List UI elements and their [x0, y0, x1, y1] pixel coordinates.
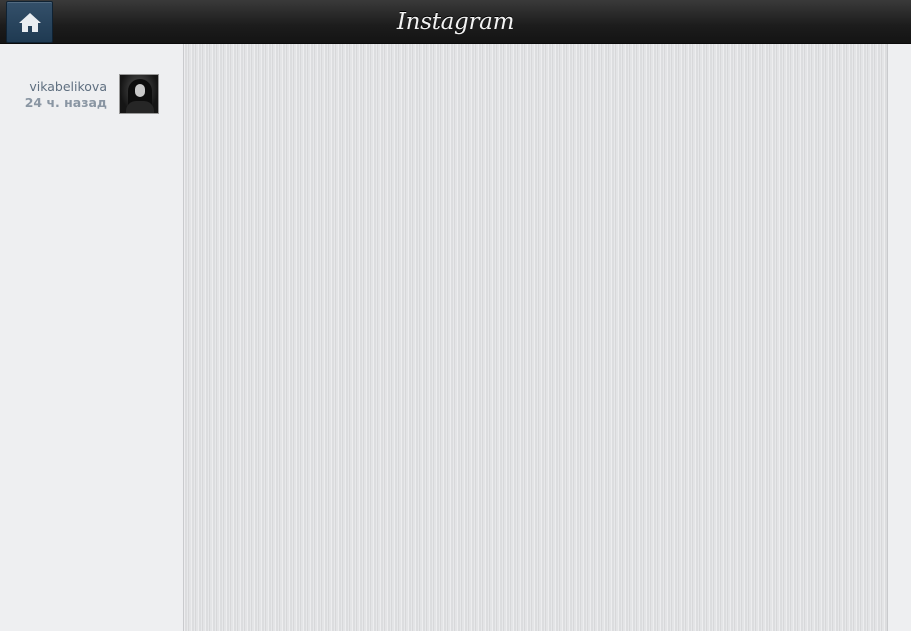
home-icon — [18, 11, 42, 33]
right-gutter — [888, 44, 911, 631]
top-bar: Instagram — [0, 0, 911, 44]
main-content-area — [184, 44, 888, 631]
post-time: 24 ч. назад — [24, 95, 107, 110]
home-button[interactable] — [6, 1, 53, 43]
sidebar-post-item[interactable]: vikabelikova 24 ч. назад — [0, 74, 183, 118]
post-meta: vikabelikova 24 ч. назад — [25, 79, 107, 111]
instagram-logo: Instagram — [396, 8, 515, 35]
user-avatar[interactable] — [119, 74, 159, 114]
post-username[interactable]: vikabelikova — [25, 79, 107, 95]
sidebar: vikabelikova 24 ч. назад — [0, 44, 184, 631]
